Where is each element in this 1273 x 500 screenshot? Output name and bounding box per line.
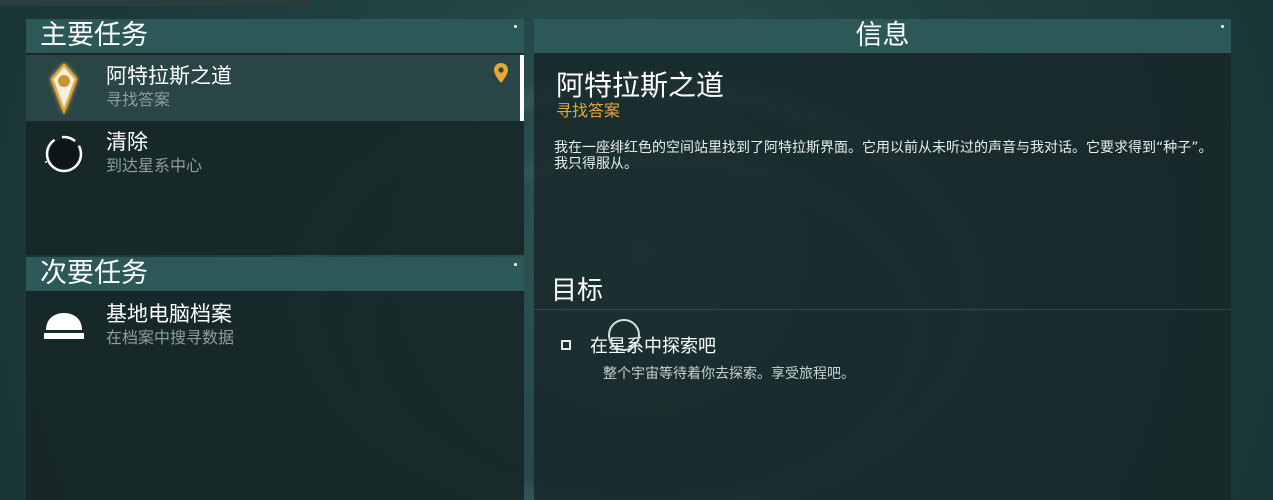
goals-header: 目标 (551, 276, 604, 306)
base-dome-icon (44, 313, 84, 339)
info-panel: 信息 阿特拉斯之道 寻找答案 我在一座绯红色的空间站里找到了阿特拉斯界面。它用以… (534, 19, 1231, 500)
mission-title: 清除 (106, 130, 148, 154)
info-header-title: 信息 (855, 20, 910, 51)
info-mission-subtitle: 寻找答案 (556, 101, 621, 120)
selection-bar (520, 55, 524, 121)
info-header: 信息 (534, 19, 1231, 53)
objective-description: 整个宇宙等待着你去探索。享受旅程吧。 (603, 366, 855, 382)
secondary-missions-panel: 次要任务 基地电脑档案 在档案中搜寻数据 (26, 257, 524, 500)
info-description: 我在一座绯红色的空间站里找到了阿特拉斯界面。它用以前从未听过的声音与我对话。它要… (554, 140, 1213, 172)
main-missions-header: 主要任务 (26, 19, 524, 53)
mission-title: 基地电脑档案 (106, 302, 232, 326)
cursor-ring-icon (608, 319, 640, 351)
mission-title: 阿特拉斯之道 (106, 64, 232, 88)
secondary-missions-header: 次要任务 (26, 257, 524, 291)
info-mission-title: 阿特拉斯之道 (556, 69, 725, 102)
galaxy-ring-icon (45, 135, 83, 173)
main-missions-title: 主要任务 (40, 20, 148, 51)
secondary-missions-title: 次要任务 (40, 258, 148, 289)
top-bar (0, 0, 312, 6)
mission-subtitle: 寻找答案 (106, 90, 171, 109)
mission-item-clear[interactable]: 清除 到达星系中心 (26, 121, 524, 187)
objective-checkbox[interactable] (561, 340, 571, 350)
header-dot-icon (514, 25, 517, 28)
mission-subtitle: 到达星系中心 (106, 156, 203, 175)
map-pin-icon (494, 63, 508, 83)
mission-item-base-archive[interactable]: 基地电脑档案 在档案中搜寻数据 (26, 293, 524, 359)
header-dot-icon (514, 263, 517, 266)
atlas-gem-icon (50, 63, 78, 115)
mission-item-atlas-path[interactable]: 阿特拉斯之道 寻找答案 (26, 55, 524, 121)
main-missions-panel: 主要任务 阿特拉斯之道 寻找答案 清除 到达星系中心 (26, 19, 524, 255)
header-dot-icon (1221, 25, 1224, 28)
goals-divider (534, 309, 1231, 310)
mission-subtitle: 在档案中搜寻数据 (106, 328, 235, 347)
